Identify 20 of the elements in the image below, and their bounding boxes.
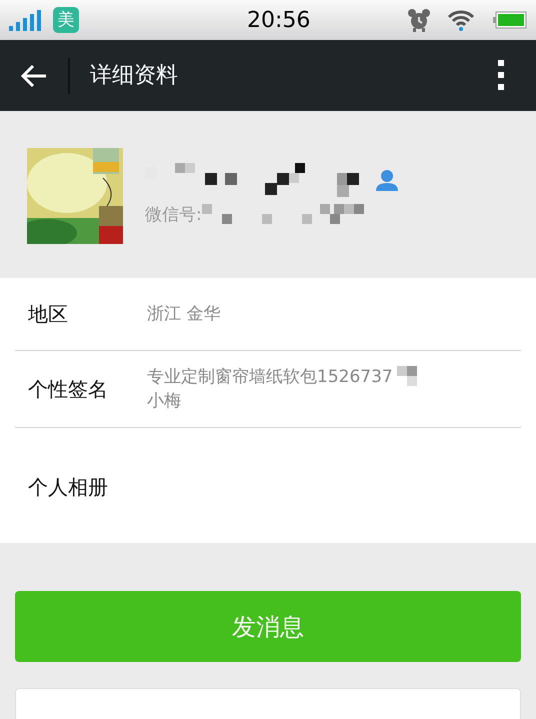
detail-label: 个性签名 (27, 376, 109, 403)
detail-value: 浙江 金华 (147, 303, 220, 326)
battery-icon (493, 11, 527, 29)
window-title: 详细资料 (90, 62, 178, 90)
signal-icon (9, 9, 43, 31)
back-arrow-icon (21, 64, 47, 86)
detail-value: 专业定制窗帘墙纸软包1526737 (147, 366, 393, 389)
app-badge: 美 (53, 7, 79, 33)
detail-label: 地区 (27, 301, 69, 328)
detail-row[interactable]: 个性签名 专业定制窗帘墙纸软包1526737 小梅 (15, 351, 521, 428)
menu-icon (498, 60, 504, 90)
detail-row[interactable]: 地区 浙江 金华 (15, 278, 521, 351)
detail-row[interactable]: 个人相册 (15, 428, 521, 543)
alarm-clock-icon (407, 8, 431, 32)
clock: 20:56 (247, 6, 310, 34)
person-icon (375, 168, 399, 191)
detail-value: 小梅 (147, 390, 181, 413)
wechat-id-label: 微信号: (145, 204, 202, 227)
wifi-icon (447, 9, 475, 31)
detail-label: 个人相册 (27, 474, 109, 501)
